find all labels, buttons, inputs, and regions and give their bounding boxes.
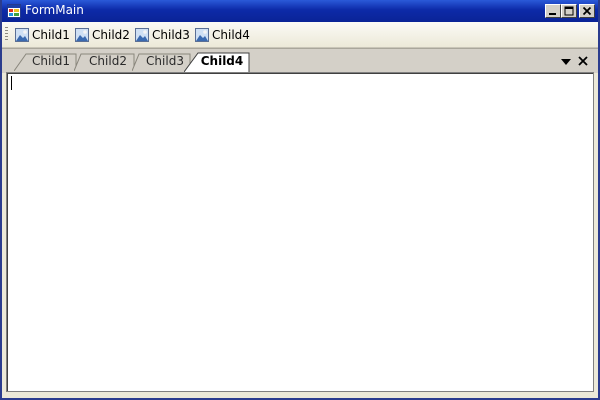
- tab-label: Child4: [200, 54, 244, 68]
- minimize-icon: [549, 13, 556, 15]
- close-icon: [582, 6, 592, 16]
- tab-child3[interactable]: Child3: [132, 52, 192, 71]
- app-window-icon: [7, 4, 21, 18]
- close-button[interactable]: [579, 4, 595, 18]
- maximize-icon: [564, 6, 574, 16]
- dropdown-arrow-icon[interactable]: [560, 57, 572, 67]
- maximize-button[interactable]: [561, 4, 577, 18]
- tab-label: Child2: [89, 54, 127, 68]
- window-title: FormMain: [25, 3, 84, 17]
- text-caret: [11, 76, 12, 90]
- document-editor[interactable]: [6, 72, 594, 392]
- tab-label: Child1: [32, 54, 70, 68]
- toolbar-button-label: Child3: [152, 27, 190, 42]
- toolbar-button-child2[interactable]: Child2: [75, 26, 130, 43]
- toolbar-grip[interactable]: [5, 27, 8, 42]
- document-tab-strip: Child1 Child2 Child3 Child4: [2, 48, 598, 73]
- toolbar: Child1 Child2 Child3 Child4: [2, 22, 598, 48]
- toolbar-button-child4[interactable]: Child4: [195, 26, 250, 43]
- close-tab-icon[interactable]: [577, 55, 589, 67]
- tab-child2[interactable]: Child2: [74, 52, 136, 71]
- image-icon: [75, 27, 89, 42]
- toolbar-button-label: Child2: [92, 27, 130, 42]
- tab-child4[interactable]: Child4: [184, 52, 252, 72]
- title-bar[interactable]: FormMain: [2, 0, 598, 22]
- toolbar-button-label: Child4: [212, 27, 250, 42]
- image-icon: [195, 27, 209, 42]
- toolbar-button-child3[interactable]: Child3: [135, 26, 190, 43]
- toolbar-button-child1[interactable]: Child1: [15, 26, 70, 43]
- minimize-button[interactable]: [545, 4, 561, 18]
- image-icon: [135, 27, 149, 42]
- tab-child1[interactable]: Child1: [14, 52, 78, 71]
- toolbar-button-label: Child1: [32, 27, 70, 42]
- image-icon: [15, 27, 29, 42]
- main-window: FormMain Child1 Child2 Child3 Child4 Chi…: [0, 0, 600, 400]
